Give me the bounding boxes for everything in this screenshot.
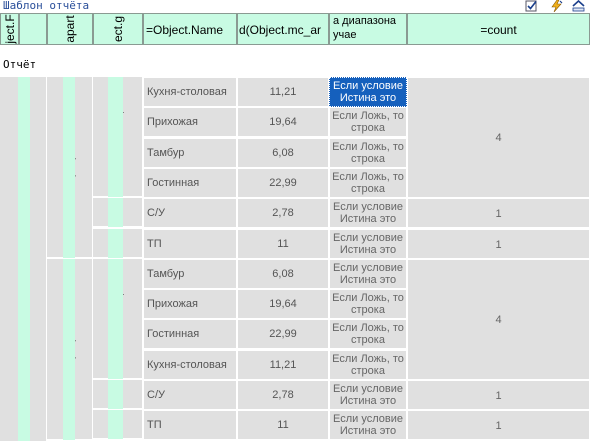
room-type-stripe — [108, 229, 123, 258]
count-cell[interactable]: 4 — [407, 259, 590, 380]
room-name-cell[interactable]: ТП — [143, 229, 237, 259]
condition-line2: Истина это — [339, 244, 397, 256]
count-cell[interactable]: 4 — [407, 77, 590, 198]
count-cell[interactable]: 1 — [407, 380, 590, 410]
section-label: Отчёт — [3, 58, 37, 71]
room-name-cell[interactable]: Гостинная — [143, 168, 237, 198]
header-condition[interactable]: а диапазона учае — [329, 13, 407, 45]
collapse-icon[interactable] — [572, 0, 585, 12]
header-area-label: d(Object.mc_ar — [239, 23, 322, 37]
condition-cell[interactable]: Если Ложь, то строка — [329, 168, 407, 198]
condition-cell[interactable]: Если условие Истина это — [329, 229, 407, 259]
room-area-cell[interactable]: 2,78 — [237, 380, 329, 410]
count-cell[interactable]: 1 — [407, 229, 590, 259]
room-area-cell[interactable]: 11 — [237, 410, 329, 440]
lightning-icon[interactable] — [550, 0, 563, 13]
page-title: Шаблон отчёта — [3, 0, 90, 12]
room-type-stripe — [108, 259, 123, 379]
condition-cell[interactable]: Если условие Истина это — [329, 77, 407, 107]
condition-line1: Если условие — [333, 201, 403, 213]
condition-line2: строка — [351, 365, 385, 377]
condition-line2: строка — [351, 334, 385, 346]
room-type-stripe — [108, 410, 123, 439]
room-name-cell[interactable]: С/У — [143, 380, 237, 410]
condition-line1: Если Ложь, то — [332, 292, 404, 304]
header-count[interactable]: =count — [407, 13, 590, 45]
condition-line1: Если Ложь, то — [332, 353, 404, 365]
condition-line1: Если условие — [333, 232, 403, 244]
room-name-cell[interactable]: Прихожая — [143, 107, 237, 137]
apartment-stripe — [63, 77, 75, 258]
header-name[interactable]: =Object.Name — [143, 13, 237, 45]
top-bar: Шаблон отчёта — [0, 0, 593, 13]
condition-line2: Истина это — [339, 425, 397, 437]
header-name-label: =Object.Name — [146, 23, 224, 37]
header-condition-line1: а диапазона — [333, 15, 397, 27]
room-area-cell[interactable]: 11 — [237, 229, 329, 259]
room-area-cell[interactable]: 6,08 — [237, 138, 329, 168]
header-count-label: =count — [480, 23, 517, 37]
condition-cell[interactable]: Если Ложь, то строка — [329, 138, 407, 168]
count-cell[interactable]: 1 — [407, 198, 590, 228]
header-area[interactable]: d(Object.mc_ar — [237, 13, 329, 45]
header-floor-spacer — [19, 13, 47, 45]
room-area-cell[interactable]: 19,64 — [237, 107, 329, 137]
condition-line2: строка — [351, 304, 385, 316]
condition-line2: Истина это — [339, 213, 397, 225]
condition-line1: Если условие — [333, 80, 403, 92]
condition-cell[interactable]: Если Ложь, то строка — [329, 350, 407, 380]
room-name-cell[interactable]: ТП — [143, 410, 237, 440]
room-type-stripe — [108, 77, 123, 197]
condition-line2: строка — [351, 122, 385, 134]
header-type-label: ect.g — [111, 15, 125, 43]
room-area-cell[interactable]: 11,21 — [237, 350, 329, 380]
condition-cell[interactable]: Если условие Истина это — [329, 198, 407, 228]
condition-cell[interactable]: Если Ложь, то строка — [329, 289, 407, 319]
room-name-cell[interactable]: С/У — [143, 198, 237, 228]
condition-cell[interactable]: Если Ложь, то строка — [329, 107, 407, 137]
room-name-cell[interactable]: Кухня-столовая — [143, 350, 237, 380]
room-name-cell[interactable]: Тамбур — [143, 259, 237, 289]
condition-line1: Если Ложь, то — [332, 322, 404, 334]
room-name-cell[interactable]: Тамбур — [143, 138, 237, 168]
condition-line1: Если условие — [333, 262, 403, 274]
condition-line2: Истина это — [339, 274, 397, 286]
room-area-cell[interactable]: 22,99 — [237, 319, 329, 349]
room-name-cell[interactable]: Кухня-столовая — [143, 77, 237, 107]
room-name-cell[interactable]: Прихожая — [143, 289, 237, 319]
header-floor-label: ject.F — [2, 14, 17, 44]
condition-line1: Если условие — [333, 413, 403, 425]
condition-line1: Если Ложь, то — [332, 171, 404, 183]
condition-line2: строка — [351, 153, 385, 165]
floor-stripe — [18, 77, 30, 441]
condition-line2: строка — [351, 183, 385, 195]
condition-cell[interactable]: Если условие Истина это — [329, 410, 407, 440]
checkbox-icon[interactable] — [525, 0, 538, 12]
condition-line1: Если Ложь, то — [332, 110, 404, 122]
header-floor[interactable]: ject.F — [0, 13, 19, 45]
condition-line1: Если условие — [333, 383, 403, 395]
condition-line2: Истина это — [339, 92, 397, 104]
room-area-cell[interactable]: 19,64 — [237, 289, 329, 319]
header-condition-line2: учае — [333, 29, 357, 41]
count-cell[interactable]: 1 — [407, 410, 590, 440]
apartment-stripe — [63, 259, 75, 440]
header-apartment[interactable]: apart — [47, 13, 93, 45]
room-area-cell[interactable]: 2,78 — [237, 198, 329, 228]
header-apartment-label: apart — [63, 15, 77, 43]
header-type[interactable]: ect.g — [93, 13, 143, 45]
condition-line1: Если Ложь, то — [332, 141, 404, 153]
room-area-cell[interactable]: 22,99 — [237, 168, 329, 198]
condition-line2: Истина это — [339, 395, 397, 407]
condition-cell[interactable]: Если условие Истина это — [329, 259, 407, 289]
room-area-cell[interactable]: 11,21 — [237, 77, 329, 107]
room-area-cell[interactable]: 6,08 — [237, 259, 329, 289]
room-name-cell[interactable]: Гостинная — [143, 319, 237, 349]
room-type-stripe — [108, 380, 123, 409]
condition-cell[interactable]: Если условие Истина это — [329, 380, 407, 410]
condition-cell[interactable]: Если Ложь, то строка — [329, 319, 407, 349]
room-type-stripe — [108, 198, 123, 227]
